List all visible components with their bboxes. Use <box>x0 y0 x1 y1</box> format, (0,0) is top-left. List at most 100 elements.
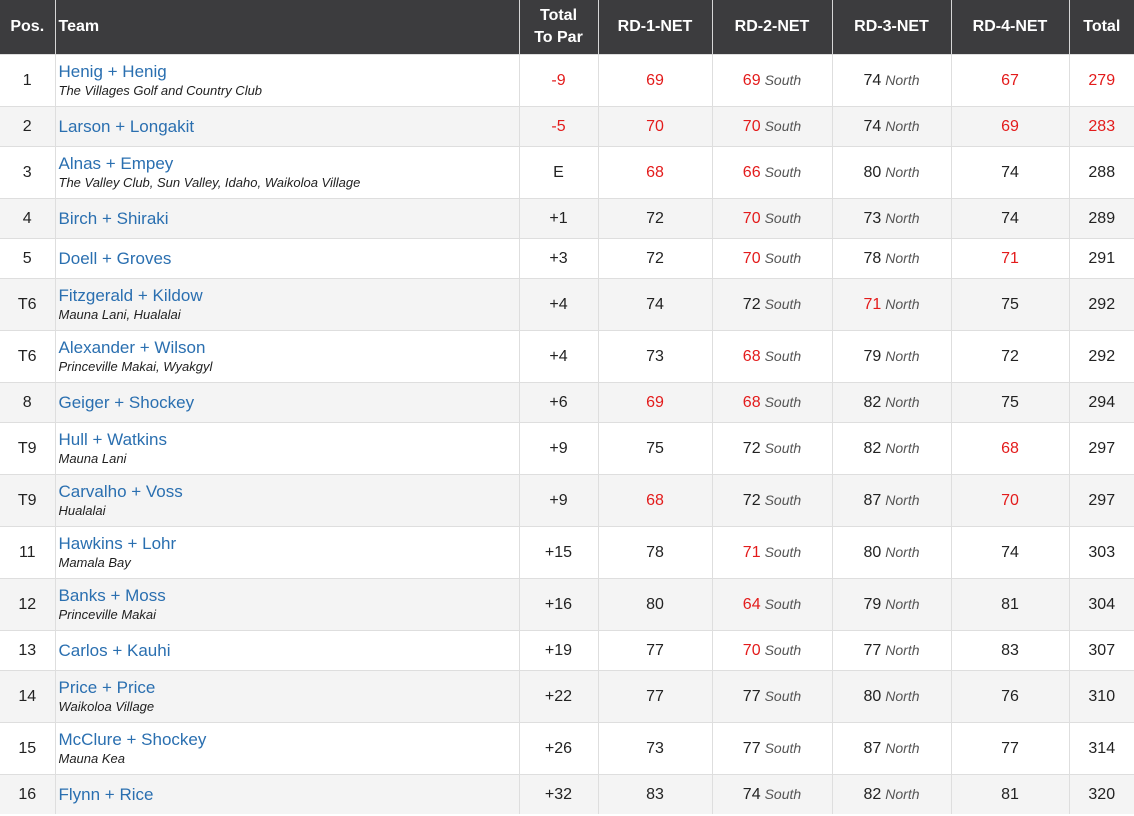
position-cell: 11 <box>0 526 55 579</box>
round2-cell: 74 South <box>711 774 832 814</box>
team-name-link[interactable]: Banks + Moss <box>59 586 519 606</box>
round2-score: 70 <box>742 641 761 659</box>
round3-course: North <box>885 71 920 88</box>
team-cell: Carvalho + Voss Hualalai <box>54 474 519 527</box>
team-name-link[interactable]: Flynn + Rice <box>59 785 519 805</box>
team-cell: Hull + Watkins Mauna Lani <box>54 422 519 475</box>
header-rd4[interactable]: RD-4-NET <box>950 0 1069 55</box>
leaderboard-body: 1 Henig + Henig The Villages Golf and Coun… <box>0 54 1134 814</box>
team-name-link[interactable]: Alnas + Empey <box>59 154 519 174</box>
total-score: 292 <box>1068 330 1134 383</box>
round2-course: South <box>764 641 802 658</box>
round4-score: 70 <box>950 474 1069 527</box>
round2-score: 69 <box>742 71 761 89</box>
round1-score: 70 <box>597 106 712 147</box>
round3-cell: 87 North <box>831 474 951 527</box>
round3-course: North <box>885 347 920 364</box>
to-par-cell: +4 <box>518 278 598 331</box>
total-score: 279 <box>1068 54 1134 107</box>
round2-cell: 72 South <box>711 278 832 331</box>
round3-course: North <box>885 595 920 612</box>
table-row: 4 Birch + Shiraki +1 72 70 South 73 North 74 289 <box>0 198 1134 239</box>
round3-course: North <box>885 785 920 802</box>
round3-cell: 74 North <box>831 106 951 147</box>
team-name-link[interactable]: Carlos + Kauhi <box>59 641 519 661</box>
team-cell: McClure + Shockey Mauna Kea <box>54 722 519 775</box>
round1-score: 68 <box>597 474 712 527</box>
header-rd3[interactable]: RD-3-NET <box>831 0 951 55</box>
round2-course: South <box>764 249 802 266</box>
round3-cell: 77 North <box>831 630 951 671</box>
total-score: 297 <box>1068 422 1134 475</box>
position-cell: 5 <box>0 238 55 279</box>
round2-cell: 77 South <box>711 670 832 723</box>
round3-course: North <box>885 641 920 658</box>
round3-course: North <box>885 209 920 226</box>
header-pos[interactable]: Pos. <box>0 0 55 55</box>
to-par-cell: -5 <box>518 106 598 147</box>
team-cell: Hawkins + Lohr Mamala Bay <box>54 526 519 579</box>
round3-cell: 82 North <box>831 382 951 423</box>
leaderboard-table: Pos. Team Total To Par RD-1-NET RD-2-NET… <box>0 0 1134 814</box>
team-name-link[interactable]: Price + Price <box>59 678 519 698</box>
team-name-link[interactable]: Fitzgerald + Kildow <box>59 286 519 306</box>
team-club: Mauna Lani <box>58 450 127 466</box>
round1-score: 80 <box>597 578 712 631</box>
team-name-link[interactable]: Hull + Watkins <box>59 430 519 450</box>
round1-score: 72 <box>597 238 712 279</box>
round2-score: 68 <box>742 393 761 411</box>
round3-score: 82 <box>863 439 882 457</box>
to-par-cell: +6 <box>518 382 598 423</box>
table-row: T9 Hull + Watkins Mauna Lani +9 75 72 South 82 N… <box>0 422 1134 475</box>
round2-cell: 70 South <box>711 630 832 671</box>
round2-score: 71 <box>742 543 761 561</box>
header-total[interactable]: Total <box>1068 0 1134 55</box>
round4-score: 67 <box>950 54 1069 107</box>
team-name-link[interactable]: Hawkins + Lohr <box>59 534 519 554</box>
round1-score: 77 <box>597 630 712 671</box>
team-name-link[interactable]: Larson + Longakit <box>59 117 519 137</box>
to-par-cell: +15 <box>518 526 598 579</box>
team-cell: Banks + Moss Princeville Makai <box>54 578 519 631</box>
round2-cell: 72 South <box>711 474 832 527</box>
round2-score: 72 <box>742 491 761 509</box>
header-total-to-par[interactable]: Total To Par <box>518 0 598 55</box>
header-rd2[interactable]: RD-2-NET <box>711 0 832 55</box>
round3-score: 87 <box>863 491 882 509</box>
team-name-link[interactable]: Birch + Shiraki <box>59 209 519 229</box>
round2-score: 77 <box>742 687 761 705</box>
round2-score: 70 <box>742 117 761 135</box>
team-name-link[interactable]: Doell + Groves <box>59 249 519 269</box>
round3-cell: 82 North <box>831 774 951 814</box>
total-score: 291 <box>1068 238 1134 279</box>
team-name-link[interactable]: Henig + Henig <box>59 62 519 82</box>
round2-course: South <box>764 739 802 756</box>
to-par-cell: +9 <box>518 422 598 475</box>
header-total-to-par-line2: To Par <box>534 29 583 46</box>
round3-score: 77 <box>863 641 882 659</box>
header-rd1[interactable]: RD-1-NET <box>597 0 712 55</box>
table-row: 8 Geiger + Shockey +6 69 68 South 82 North 75 294 <box>0 382 1134 423</box>
round3-course: North <box>885 163 920 180</box>
position-cell: 3 <box>0 146 55 199</box>
team-name-link[interactable]: Geiger + Shockey <box>59 393 519 413</box>
team-name-link[interactable]: Carvalho + Voss <box>59 482 519 502</box>
round3-course: North <box>885 739 920 756</box>
round1-score: 69 <box>597 382 712 423</box>
round2-score: 70 <box>742 249 761 267</box>
team-name-link[interactable]: Alexander + Wilson <box>59 338 519 358</box>
team-cell: Carlos + Kauhi <box>54 630 519 671</box>
round3-score: 74 <box>863 71 882 89</box>
team-name-link[interactable]: McClure + Shockey <box>59 730 519 750</box>
total-score: 292 <box>1068 278 1134 331</box>
round1-score: 73 <box>597 330 712 383</box>
round2-cell: 66 South <box>711 146 832 199</box>
round3-cell: 80 North <box>831 526 951 579</box>
round3-cell: 79 North <box>831 578 951 631</box>
round2-course: South <box>764 163 802 180</box>
round3-cell: 79 North <box>831 330 951 383</box>
team-club: Princeville Makai, Wyakgyl <box>58 358 213 374</box>
header-team[interactable]: Team <box>54 0 519 55</box>
round2-cell: 72 South <box>711 422 832 475</box>
total-score: 289 <box>1068 198 1134 239</box>
